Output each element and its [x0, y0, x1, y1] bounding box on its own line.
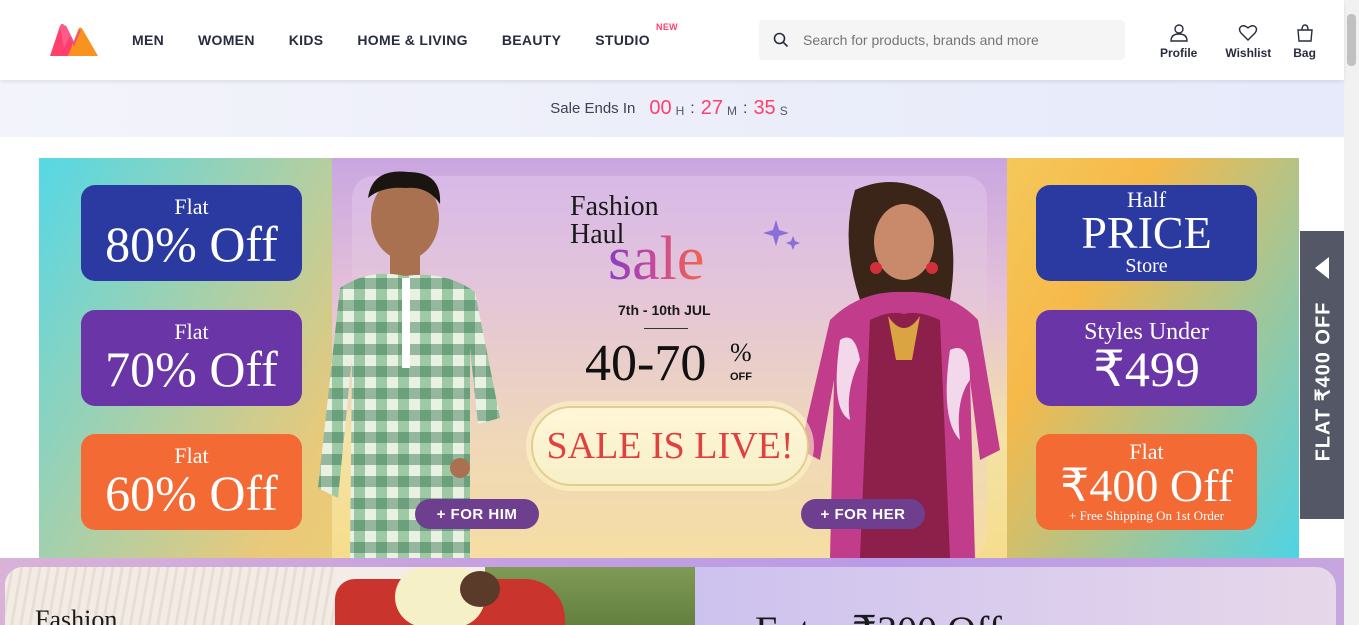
for-her-label: + FOR HER: [820, 505, 906, 523]
scrollbar-thumb[interactable]: [1347, 14, 1356, 66]
timer-hours-unit: H: [675, 103, 685, 118]
offer-top-text: Flat: [174, 443, 209, 468]
offer-half-price-store[interactable]: Half PRICE Store: [1036, 185, 1257, 281]
for-him-button[interactable]: + FOR HIM: [415, 499, 539, 529]
fashion-promo-card[interactable]: Fashion: [5, 567, 695, 625]
header-actions: Profile Wishlist Bag: [1160, 24, 1316, 60]
offer-top-text: Flat: [174, 194, 209, 219]
bag-button[interactable]: Bag: [1293, 24, 1316, 60]
fashion-promo-title: Fashion: [35, 605, 118, 625]
kid-head-image: [460, 571, 500, 607]
timer-minutes-unit: M: [726, 103, 737, 118]
offer-big-text: 70% Off: [105, 341, 278, 397]
wishlist-label: Wishlist: [1225, 46, 1272, 60]
myntra-logo[interactable]: [48, 22, 100, 58]
sale-timer: Sale Ends In 00 H : 27 M : 35 S: [0, 80, 1344, 137]
nav-women-label: WOMEN: [198, 32, 255, 48]
wishlist-button[interactable]: Wishlist: [1225, 24, 1271, 60]
nav-beauty-label: BEAUTY: [501, 32, 562, 48]
timer-seconds: 35: [753, 97, 776, 119]
nav-studio-label: STUDIO: [595, 32, 650, 48]
extra-off-promo-card[interactable]: Extra ₹300 Off: [695, 567, 1336, 625]
sale-is-live-badge[interactable]: SALE IS LIVE!: [531, 406, 809, 486]
offer-flat-80[interactable]: Flat 80% Off: [81, 185, 302, 281]
heart-icon: [1239, 25, 1258, 41]
top-header: MEN WOMEN KIDS HOME & LIVING BEAUTY STUD…: [0, 0, 1344, 80]
timer-minutes: 27: [700, 97, 723, 119]
offer-big-text: PRICE: [1081, 207, 1212, 258]
main-nav: MEN WOMEN KIDS HOME & LIVING BEAUTY STUD…: [132, 0, 684, 80]
search-icon[interactable]: [759, 32, 803, 48]
offer-styles-under-499[interactable]: Styles Under ₹499: [1036, 310, 1257, 406]
for-him-label: + FOR HIM: [436, 505, 518, 523]
sale-live-text: SALE IS LIVE!: [546, 425, 794, 467]
bag-label: Bag: [1293, 46, 1316, 60]
bottom-banner-strip: Fashion Extra ₹300 Off: [0, 558, 1344, 625]
bag-icon: [1296, 24, 1313, 42]
profile-button[interactable]: Profile: [1160, 24, 1197, 60]
nav-kids-label: KIDS: [288, 32, 324, 48]
offer-big-text: ₹499: [1093, 341, 1200, 397]
offer-big-text: ₹400 Off: [1060, 460, 1233, 511]
offer-big-text: 60% Off: [105, 465, 278, 521]
offer-small-text: + Free Shipping On 1st Order: [1068, 508, 1224, 523]
title-fashion: Fashion: [570, 191, 659, 222]
sparkle-icon: [763, 220, 800, 250]
page-scrollbar[interactable]: [1344, 0, 1359, 625]
offer-big-text: 80% Off: [105, 216, 278, 272]
discount-range: 40-70: [585, 335, 707, 392]
timer-label: Sale Ends In: [550, 100, 636, 117]
sale-dates: 7th - 10th JUL: [618, 302, 711, 318]
nav-studio[interactable]: STUDIO NEW: [595, 22, 677, 48]
side-tab-text: FLAT ₹400 OFF: [1312, 301, 1335, 462]
for-her-button[interactable]: + FOR HER: [801, 499, 925, 529]
search-bar[interactable]: [759, 20, 1125, 60]
nav-home-living-label: HOME & LIVING: [357, 32, 468, 48]
timer-colon: :: [742, 99, 748, 117]
offer-top-text: Flat: [174, 319, 209, 344]
offer-flat-60[interactable]: Flat 60% Off: [81, 434, 302, 530]
percent-symbol: %: [730, 338, 752, 367]
date-divider: [644, 328, 688, 329]
nav-beauty[interactable]: BEAUTY: [502, 32, 561, 48]
offer-flat-400[interactable]: Flat ₹400 Off + Free Shipping On 1st Ord…: [1036, 434, 1257, 530]
offer-small-text: Store: [1125, 255, 1168, 277]
chevron-left-icon: [1315, 257, 1329, 279]
timer-hours: 00: [649, 97, 672, 119]
title-sale: sale: [608, 225, 705, 293]
timer-seconds-unit: S: [779, 103, 788, 118]
nav-home-living[interactable]: HOME & LIVING: [357, 32, 467, 48]
nav-men-label: MEN: [132, 32, 165, 48]
nav-men[interactable]: MEN: [132, 32, 164, 48]
page: MEN WOMEN KIDS HOME & LIVING BEAUTY STUD…: [0, 0, 1359, 625]
offer-top-text: Styles Under: [1084, 319, 1209, 345]
timer-colon: :: [690, 99, 695, 117]
profile-label: Profile: [1160, 46, 1198, 60]
off-label: OFF: [730, 371, 752, 383]
nav-women[interactable]: WOMEN: [198, 32, 255, 48]
new-badge: NEW: [656, 22, 678, 32]
nav-kids[interactable]: KIDS: [289, 32, 324, 48]
search-input[interactable]: [803, 32, 1103, 48]
profile-icon: [1169, 24, 1188, 42]
extra-off-title: Extra ₹300 Off: [755, 607, 1002, 625]
offer-flat-70[interactable]: Flat 70% Off: [81, 310, 302, 406]
flat-400-off-side-tab[interactable]: FLAT ₹400 OFF: [1300, 231, 1344, 519]
